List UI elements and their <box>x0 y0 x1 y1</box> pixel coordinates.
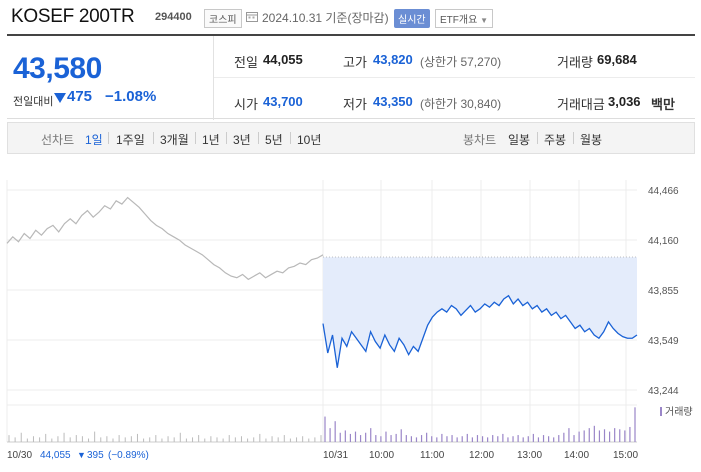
x-tick-label: 12:00 <box>469 450 494 461</box>
separator <box>108 132 109 144</box>
y-tick-label: 43,855 <box>648 286 679 297</box>
x-tick-label: 15:00 <box>613 450 638 461</box>
separator <box>573 132 574 144</box>
open-label: 시가 <box>234 97 258 112</box>
change-value: 475 <box>67 88 93 105</box>
upper-limit: (상한가 57,270) <box>420 55 502 69</box>
open-value: 43,700 <box>263 94 303 109</box>
realtime-button[interactable]: 실시간 <box>394 9 430 28</box>
y-tick-label: 43,244 <box>648 386 679 397</box>
separator <box>258 132 259 144</box>
ticker-code: 294400 <box>155 11 192 23</box>
amount-label: 거래대금 <box>557 97 605 112</box>
period-3m-button[interactable]: 3개월 <box>160 131 189 148</box>
volume-label: 거래량 <box>557 55 593 70</box>
chart-period-bar: 선차트 1일 1주일 3개월 1년 3년 5년 10년 봉차트 일봉 주봉 월봉 <box>7 122 695 154</box>
period-3y-button[interactable]: 3년 <box>233 131 251 148</box>
high-value: 43,820 <box>373 52 413 67</box>
x-axis-labels: 10/30 10/31 10:00 11:00 12:00 13:00 14:00 15:00… <box>7 450 638 461</box>
title-bar: KOSEF 200TR 294400 코스피 2024.10.31 기준(장마감… <box>0 0 701 34</box>
candle-monthly-button[interactable]: 월봉 <box>580 131 602 148</box>
etf-name: KOSEF 200TR <box>11 6 135 27</box>
x-tick-label: 13:00 <box>517 450 542 461</box>
period-1d-button[interactable]: 1일 <box>85 131 103 148</box>
prev-close-value: 44,055 <box>263 52 303 67</box>
today-fill <box>323 257 637 368</box>
high-label: 고가 <box>343 55 367 70</box>
etf-overview-dropdown[interactable]: ETF개요 ▼ <box>435 9 493 28</box>
period-10y-button[interactable]: 10년 <box>297 131 321 148</box>
y-tick-label: 43,549 <box>648 336 679 347</box>
price-chart[interactable]: 44,466 44,160 43,855 43,549 43,244 거래량 10/30… <box>0 160 701 472</box>
low-label: 저가 <box>343 97 367 112</box>
y-axis-labels: 44,466 44,160 43,855 43,549 43,244 <box>648 186 679 397</box>
footer-change: 395 <box>87 450 104 461</box>
prev-day-line <box>6 196 324 281</box>
volume-legend-label: 거래량 <box>665 406 693 418</box>
etf-overview-label: ETF개요 <box>440 15 478 26</box>
y-tick-label: 44,160 <box>648 236 679 247</box>
chart-plot <box>6 196 638 368</box>
candle-daily-button[interactable]: 일봉 <box>508 131 530 148</box>
amount-unit: 백만 <box>651 97 675 112</box>
chevron-down-icon: ▼ <box>480 16 488 25</box>
lower-limit: (하한가 30,840) <box>420 97 502 111</box>
current-price: 43,580 <box>13 52 102 85</box>
low-value: 43,350 <box>373 94 413 109</box>
separator <box>290 132 291 144</box>
change-percent: −1.08% <box>105 88 157 105</box>
summary-divider <box>213 36 214 120</box>
base-date: 2024.10.31 기준(장마감) <box>262 11 389 25</box>
footer-price: 44,055 <box>40 450 71 461</box>
summary-row-divider <box>214 77 695 78</box>
volume-value: 69,684 <box>597 52 637 67</box>
period-1y-button[interactable]: 1년 <box>202 131 220 148</box>
line-chart-label: 선차트 <box>41 133 75 147</box>
separator <box>195 132 196 144</box>
market-badge: 코스피 <box>204 9 242 28</box>
x-tick-label: 11:00 <box>420 450 445 461</box>
period-1w-button[interactable]: 1주일 <box>116 131 145 148</box>
x-tick-label: 10/30 <box>7 450 32 461</box>
period-5y-button[interactable]: 5년 <box>265 131 283 148</box>
candle-chart-label: 봉차트 <box>463 133 497 147</box>
prev-close-label: 전일 <box>234 55 258 70</box>
separator <box>537 132 538 144</box>
x-tick-label: 10/31 <box>323 450 348 461</box>
footer-down-icon: ▼ <box>77 450 86 460</box>
separator <box>226 132 227 144</box>
down-arrow-icon <box>54 93 66 103</box>
volume-bars: 거래량 <box>7 404 693 443</box>
price-summary: 43,580 전일대비 475 −1.08% 전일 44,055 고가 43,8… <box>7 34 695 120</box>
separator <box>153 132 154 144</box>
y-tick-label: 44,466 <box>648 186 679 197</box>
candle-weekly-button[interactable]: 주봉 <box>544 131 566 148</box>
amount-value: 3,036 <box>608 94 641 109</box>
calendar-icon <box>246 12 258 22</box>
x-tick-label: 14:00 <box>564 450 589 461</box>
footer-percent: (−0.89%) <box>108 450 149 461</box>
volume-legend-swatch <box>660 407 662 416</box>
x-tick-label: 10:00 <box>369 450 394 461</box>
change-label: 전일대비 <box>13 96 54 108</box>
